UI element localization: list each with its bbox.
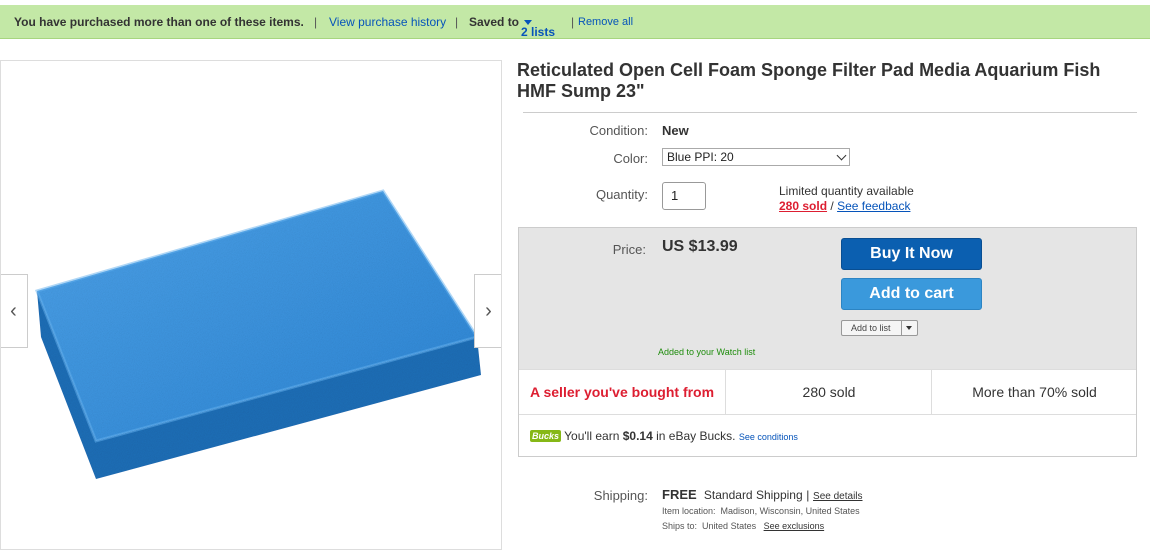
- sold-feedback-separator: /: [830, 199, 834, 213]
- bucks-suffix: in eBay Bucks.: [656, 429, 736, 443]
- add-to-list-dropdown[interactable]: [901, 321, 917, 335]
- sold-feedback-line: 280 sold / See feedback: [779, 199, 910, 213]
- condition-label: Condition:: [589, 123, 648, 138]
- shipping-separator: |: [806, 488, 810, 502]
- notice-separator: |: [571, 15, 575, 29]
- saved-to-label: Saved to: [469, 15, 520, 29]
- buy-it-now-button[interactable]: Buy It Now: [841, 238, 982, 270]
- ships-to-value: United States: [702, 521, 757, 531]
- bucks-amount: $0.14: [622, 429, 653, 443]
- chevron-down-icon: [906, 326, 912, 330]
- remove-all-link[interactable]: Remove all: [578, 16, 633, 28]
- add-to-list-label: Add to list: [851, 323, 891, 333]
- image-next-button[interactable]: ›: [474, 274, 501, 348]
- shipping-method: Standard Shipping: [703, 488, 803, 502]
- see-conditions-link[interactable]: See conditions: [739, 432, 798, 442]
- watch-list-message: Added to your Watch list: [658, 347, 756, 357]
- condition-value: New: [662, 123, 689, 138]
- ebay-bucks-info: Bucks You'll earn $0.14 in eBay Bucks. S…: [530, 429, 798, 443]
- chevron-left-icon: ‹: [10, 300, 17, 322]
- purchase-notice-text: You have purchased more than one of thes…: [14, 15, 304, 29]
- price-panel: Price: US $13.99 Buy It Now Add to cart …: [519, 228, 1136, 369]
- shipping-label: Shipping:: [593, 488, 648, 503]
- add-to-cart-button[interactable]: Add to cart: [841, 278, 982, 310]
- seller-bought-from-stat: A seller you've bought from: [530, 384, 715, 400]
- product-image-gallery: ‹ ›: [0, 60, 502, 550]
- availability-text: Limited quantity available: [779, 184, 914, 198]
- bucks-prefix: You'll earn: [564, 429, 620, 443]
- quantity-input[interactable]: 1: [662, 182, 706, 210]
- ships-to-label: Ships to:: [662, 521, 698, 531]
- image-prev-button[interactable]: ‹: [1, 274, 28, 348]
- sold-count-link[interactable]: 280 sold: [779, 199, 827, 213]
- title-divider: [523, 112, 1137, 113]
- add-to-list-button[interactable]: Add to list: [841, 320, 918, 336]
- price-label: Price:: [612, 242, 646, 257]
- product-title: Reticulated Open Cell Foam Sponge Filter…: [517, 60, 1101, 101]
- chevron-down-icon: [836, 150, 847, 161]
- shipping-cost: FREE: [662, 487, 697, 502]
- saved-lists-dropdown[interactable]: 2 lists: [521, 15, 555, 39]
- saved-lists-label: 2 lists: [521, 25, 556, 39]
- ships-to-line: Ships to: United States See exclusions: [662, 521, 824, 531]
- price-box: Price: US $13.99 Buy It Now Add to cart …: [518, 227, 1137, 457]
- shipping-line: FREE Standard Shipping | See details: [662, 487, 863, 502]
- item-location-value: Madison, Wisconsin, United States: [720, 506, 860, 516]
- purchase-notice-bar: You have purchased more than one of thes…: [0, 5, 1150, 39]
- bucks-logo-icon: Bucks: [530, 430, 562, 442]
- quantity-label: Quantity:: [595, 187, 648, 202]
- color-select[interactable]: Blue PPI: 20: [662, 148, 850, 166]
- price-value: US $13.99: [662, 238, 738, 255]
- see-feedback-link[interactable]: See feedback: [837, 199, 910, 213]
- item-location-line: Item location: Madison, Wisconsin, Unite…: [662, 506, 860, 516]
- notice-separator: |: [455, 15, 459, 29]
- sold-percent-stat: More than 70% sold: [931, 370, 1137, 414]
- chevron-right-icon: ›: [485, 300, 492, 322]
- product-image: [35, 189, 481, 479]
- item-stats-row: A seller you've bought from 280 sold Mor…: [519, 369, 1136, 415]
- color-label: Color:: [613, 151, 648, 166]
- view-purchase-history-link[interactable]: View purchase history: [329, 15, 446, 29]
- item-location-label: Item location:: [662, 506, 716, 516]
- sold-count-stat: 280 sold: [725, 370, 932, 414]
- see-details-link[interactable]: See details: [813, 491, 862, 502]
- see-exclusions-link[interactable]: See exclusions: [764, 521, 825, 531]
- notice-separator: |: [314, 15, 318, 29]
- color-selected-value: Blue PPI: 20: [667, 150, 734, 164]
